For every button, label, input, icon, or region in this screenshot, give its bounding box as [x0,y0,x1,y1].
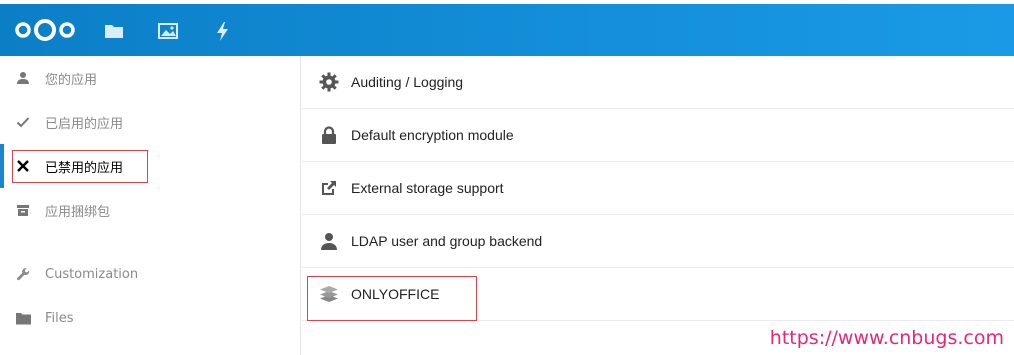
archive-icon [14,201,32,219]
sidebar-item-enabled-apps[interactable]: 已启用的应用 [0,100,300,144]
sidebar-item-app-bundles[interactable]: 应用捆绑包 [0,188,300,232]
user-icon [319,231,339,251]
wrench-icon [14,265,32,283]
folder-icon[interactable] [103,20,125,42]
image-icon[interactable] [157,20,179,42]
sidebar-item-label: 已启用的应用 [45,116,124,132]
page: 您的应用 已启用的应用 已禁用的应用 应用捆绑包 Customization F… [0,0,1014,355]
gear-icon [319,72,339,92]
app-row-auditing[interactable]: Auditing / Logging [302,56,1014,109]
top-header [0,4,1014,56]
user-icon [14,69,32,87]
lock-icon [319,125,339,145]
sidebar-item-label: Files [45,310,74,326]
app-name: External storage support [351,180,504,196]
app-row-external-storage[interactable]: External storage support [302,162,1014,215]
watermark: https://www.cnbugs.com [769,327,1004,349]
app-list: Auditing / Logging Default encryption mo… [302,56,1014,355]
highlight-box [307,276,477,321]
external-link-icon [319,178,339,198]
sidebar-item-your-apps[interactable]: 您的应用 [0,56,300,100]
sidebar-item-customization[interactable]: Customization [0,252,300,296]
sidebar-item-files[interactable]: Files [0,296,300,340]
app-row-ldap[interactable]: LDAP user and group backend [302,215,1014,268]
active-indicator [0,144,4,188]
lightning-icon[interactable] [212,20,234,42]
app-sidebar: 您的应用 已启用的应用 已禁用的应用 应用捆绑包 Customization F… [0,56,301,355]
app-name: LDAP user and group backend [351,233,543,249]
folder-icon [14,309,32,327]
highlight-box [12,150,148,183]
app-name: Auditing / Logging [351,74,464,90]
sidebar-item-label: Customization [45,266,139,282]
app-name: Default encryption module [351,127,514,143]
app-row-encryption[interactable]: Default encryption module [302,109,1014,162]
nextcloud-logo[interactable] [14,18,76,42]
sidebar-item-label: 应用捆绑包 [45,204,111,220]
sidebar-item-label: 您的应用 [45,72,98,88]
check-icon [14,113,32,131]
